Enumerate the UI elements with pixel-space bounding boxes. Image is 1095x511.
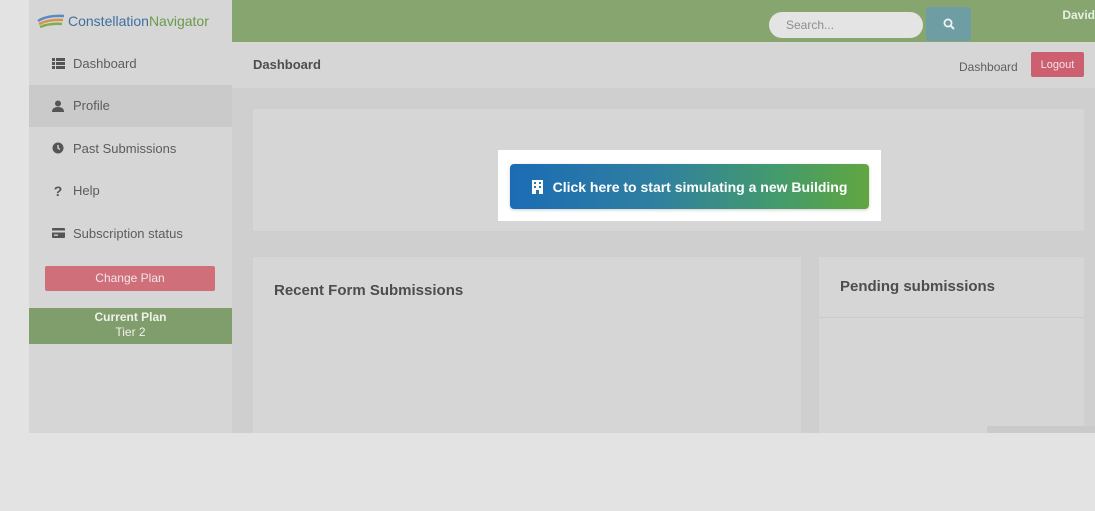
sidebar-item-label: Help (73, 183, 100, 199)
page-title: Dashboard (253, 57, 321, 72)
page-header: Dashboard Dashboard Logout (232, 42, 1095, 88)
sidebar-item-help[interactable]: ? Help (29, 170, 232, 213)
sidebar-item-past-submissions[interactable]: Past Submissions (29, 127, 232, 170)
question-icon: ? (53, 182, 63, 199)
sidebar-item-label: Profile (73, 98, 110, 114)
spotlight-highlight: Click here to start simulating a new Bui… (498, 150, 881, 221)
sidebar: ConstellationNavigator Dashboard Profile… (29, 0, 232, 433)
logout-button[interactable]: Logout (1031, 52, 1084, 77)
current-plan-tier: Tier 2 (115, 324, 146, 339)
list-icon (51, 56, 65, 70)
breadcrumb[interactable]: Dashboard (959, 60, 1018, 74)
recent-submissions-panel: Recent Form Submissions (253, 257, 801, 433)
start-simulation-label: Click here to start simulating a new Bui… (552, 178, 848, 195)
search-button[interactable] (926, 7, 971, 41)
sidebar-item-subscription-status[interactable]: Subscription status (29, 212, 232, 255)
constellation-logo-icon (37, 14, 65, 29)
brand-name: ConstellationNavigator (68, 13, 209, 29)
brand-logo[interactable]: ConstellationNavigator (29, 0, 232, 42)
recent-submissions-title: Recent Form Submissions (274, 282, 464, 299)
sidebar-item-label: Past Submissions (73, 140, 177, 156)
current-plan-title: Current Plan (94, 309, 167, 324)
building-icon (531, 179, 543, 194)
user-menu[interactable]: David (1062, 8, 1095, 22)
search-icon (943, 18, 955, 30)
brand-name-accent: Navigator (148, 13, 209, 29)
sidebar-item-dashboard[interactable]: Dashboard (29, 42, 232, 85)
search-input[interactable] (769, 12, 923, 38)
sidebar-item-profile[interactable]: Profile (29, 84, 232, 127)
start-simulation-button[interactable]: Click here to start simulating a new Bui… (510, 164, 869, 209)
credit-card-icon (51, 226, 65, 240)
main-content: Click here to start simulating a new Bui… (232, 88, 1095, 433)
brand-name-main: Constellation (68, 13, 149, 29)
top-bar: David (232, 0, 1095, 42)
divider (819, 317, 1084, 318)
sidebar-item-label: Subscription status (73, 225, 183, 241)
pending-submissions-title: Pending submissions (840, 278, 996, 295)
start-simulation-panel: Click here to start simulating a new Bui… (253, 109, 1084, 231)
clock-icon (51, 141, 65, 155)
sidebar-item-label: Dashboard (73, 55, 137, 71)
change-plan-button[interactable]: Change Plan (45, 265, 215, 291)
current-plan-box: Current Plan Tier 2 (29, 307, 232, 344)
app-shell: ConstellationNavigator Dashboard Profile… (29, 0, 1095, 433)
panel-divider (801, 257, 819, 323)
pending-submissions-panel: Pending submissions (819, 257, 1084, 433)
divider (987, 426, 1095, 433)
user-icon (51, 99, 65, 113)
